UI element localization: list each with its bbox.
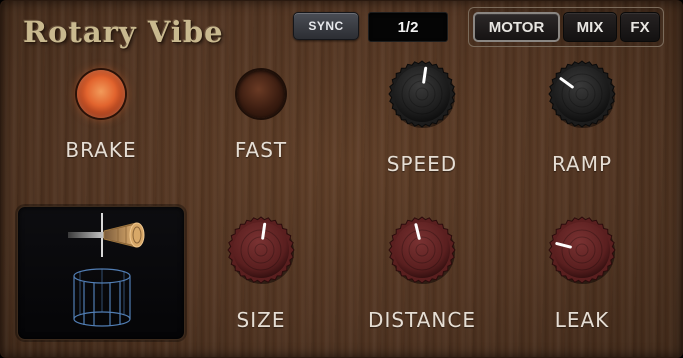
distance-knob-graphic (388, 216, 456, 284)
plugin-title: Rotary Vibe (23, 15, 224, 49)
tab-motor[interactable]: MOTOR (473, 12, 560, 42)
speed-knob-graphic (388, 60, 456, 128)
leak-knob[interactable] (547, 215, 617, 285)
speed-knob[interactable] (387, 59, 457, 129)
ramp-knob-graphic (548, 60, 616, 128)
size-label: SIZE (236, 308, 286, 332)
distance-knob[interactable] (387, 215, 457, 285)
leak-knob-graphic (548, 216, 616, 284)
ramp-label: RAMP (551, 152, 613, 176)
brake-label: BRAKE (65, 138, 137, 162)
sync-button[interactable]: SYNC (293, 12, 359, 40)
tab-fx[interactable]: FX (620, 12, 660, 42)
ramp-knob[interactable] (547, 59, 617, 129)
sync-rate-display[interactable]: 1/2 (368, 12, 448, 42)
size-knob[interactable] (226, 215, 296, 285)
speed-knob-pointer (422, 66, 428, 84)
fast-label: FAST (234, 138, 288, 162)
tab-mix[interactable]: MIX (563, 12, 617, 42)
size-knob-graphic (227, 216, 295, 284)
speed-label: SPEED (386, 152, 458, 176)
rotor-display (17, 206, 185, 340)
page-tabs: MOTOR MIX FX (468, 7, 664, 47)
rotary-vibe-plugin: Rotary Vibe SYNC 1/2 MOTOR MIX FX BRAKE … (0, 0, 683, 358)
brake-switch[interactable] (77, 70, 125, 118)
size-knob-pointer (261, 222, 267, 240)
leak-label: LEAK (554, 308, 610, 332)
fast-switch[interactable] (237, 70, 285, 118)
rotor-speaker-wireframe-icon (68, 213, 145, 327)
distance-label: DISTANCE (368, 308, 476, 332)
